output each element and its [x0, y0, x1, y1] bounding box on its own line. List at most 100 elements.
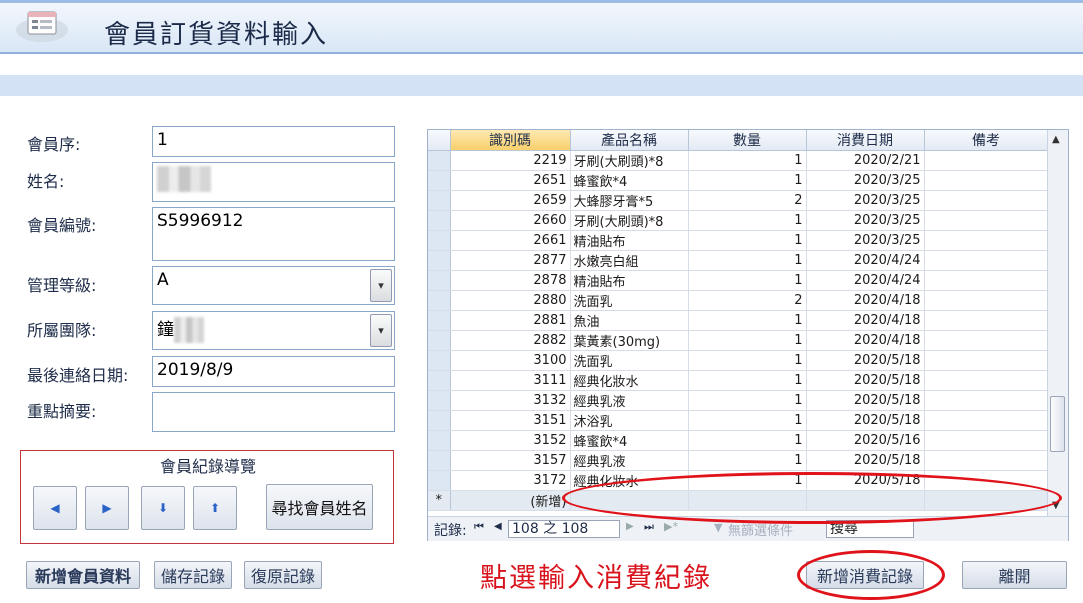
cell-note[interactable] [924, 150, 1049, 171]
cell-id[interactable]: 2880 [450, 290, 571, 311]
cell-date[interactable]: 2020/2/21 [806, 150, 925, 171]
cell-quantity[interactable]: 1 [688, 310, 807, 331]
cell-id[interactable]: 3157 [450, 450, 571, 471]
cell-quantity[interactable]: 2 [688, 290, 807, 311]
cell-note[interactable] [924, 430, 1049, 451]
row-selector[interactable] [428, 210, 451, 231]
select-all-cell[interactable] [428, 130, 451, 151]
cell-id[interactable]: 2877 [450, 250, 571, 271]
row-selector[interactable] [428, 330, 451, 351]
row-selector[interactable] [428, 350, 451, 371]
row-selector[interactable] [428, 430, 451, 451]
table-row[interactable]: 3100 洗面乳 1 2020/5/18 [428, 350, 1049, 371]
cell-product[interactable]: 蜂蜜飲*4 [570, 170, 689, 191]
cell-product[interactable]: 經典乳液 [570, 390, 689, 411]
table-row[interactable]: 3151 沐浴乳 1 2020/5/18 [428, 410, 1049, 431]
cell-note[interactable] [924, 290, 1049, 311]
cell-note[interactable] [924, 270, 1049, 291]
column-header-quantity[interactable]: 數量 [688, 130, 807, 151]
cell-product[interactable]: 經典乳液 [570, 450, 689, 471]
table-row[interactable]: 2219 牙刷(大刷頭)*8 1 2020/2/21 [428, 150, 1049, 171]
cell-id[interactable]: 3152 [450, 430, 571, 451]
cell-product[interactable]: 牙刷(大刷頭)*8 [570, 210, 689, 231]
cell-quantity[interactable]: 1 [688, 330, 807, 351]
table-row[interactable]: 3132 經典乳液 1 2020/5/18 [428, 390, 1049, 411]
cell-quantity[interactable]: 1 [688, 230, 807, 251]
cell-product[interactable]: 洗面乳 [570, 350, 689, 371]
cell-id[interactable]: 2659 [450, 190, 571, 211]
row-selector[interactable] [428, 310, 451, 331]
new-row-id-cell[interactable]: (新增) [450, 490, 571, 511]
cell-quantity[interactable]: 1 [688, 150, 807, 171]
cell-date[interactable]: 2020/4/18 [806, 290, 925, 311]
cell-quantity[interactable]: 1 [688, 350, 807, 371]
scroll-up-icon[interactable]: ▲ [1052, 134, 1060, 145]
cell-date[interactable]: 2020/4/18 [806, 330, 925, 351]
cell-id[interactable]: 2878 [450, 270, 571, 291]
cell-product[interactable]: 大蜂膠牙膏*5 [570, 190, 689, 211]
row-selector[interactable] [428, 230, 451, 251]
move-up-button[interactable]: ⬆ [193, 486, 237, 530]
table-row[interactable]: 3111 經典化妝水 1 2020/5/18 [428, 370, 1049, 391]
cell-quantity[interactable]: 1 [688, 370, 807, 391]
row-selector[interactable] [428, 290, 451, 311]
first-record-icon[interactable]: ⏮ [474, 520, 484, 534]
row-selector[interactable] [428, 170, 451, 191]
cell-note[interactable] [924, 350, 1049, 371]
cell-note[interactable] [924, 330, 1049, 351]
cell-note[interactable] [924, 370, 1049, 391]
cell-product[interactable]: 魚油 [570, 310, 689, 331]
row-selector[interactable] [428, 470, 451, 491]
cell-id[interactable]: 2660 [450, 210, 571, 231]
row-selector[interactable] [428, 270, 451, 291]
table-row[interactable]: 2661 精油貼布 1 2020/3/25 [428, 230, 1049, 251]
row-selector[interactable] [428, 450, 451, 471]
cell-id[interactable]: 2219 [450, 150, 571, 171]
cell-product[interactable]: 沐浴乳 [570, 410, 689, 431]
cell-note[interactable] [924, 190, 1049, 211]
team-combo[interactable]: 鐘 ▾ [152, 311, 395, 350]
level-dropdown-button[interactable]: ▾ [370, 269, 392, 302]
team-dropdown-button[interactable]: ▾ [370, 314, 392, 347]
row-selector[interactable] [428, 250, 451, 271]
cell-quantity[interactable]: 1 [688, 430, 807, 451]
column-header-product[interactable]: 產品名稱 [570, 130, 689, 151]
cell-id[interactable]: 2651 [450, 170, 571, 191]
table-row[interactable]: 2877 水嫩亮白組 1 2020/4/24 [428, 250, 1049, 271]
cell-note[interactable] [924, 410, 1049, 431]
cell-quantity[interactable]: 1 [688, 410, 807, 431]
save-record-button[interactable]: 儲存記錄 [154, 561, 232, 589]
row-selector[interactable] [428, 410, 451, 431]
table-row[interactable]: 2660 牙刷(大刷頭)*8 1 2020/3/25 [428, 210, 1049, 231]
level-combo[interactable]: A ▾ [152, 266, 395, 305]
summary-field[interactable] [152, 392, 395, 432]
row-selector[interactable] [428, 190, 451, 211]
cell-id[interactable]: 2661 [450, 230, 571, 251]
next-record-icon[interactable]: ▶ [626, 521, 634, 532]
table-row[interactable]: 2659 大蜂膠牙膏*5 2 2020/3/25 [428, 190, 1049, 211]
cell-date[interactable]: 2020/5/18 [806, 450, 925, 471]
cell-date[interactable]: 2020/3/25 [806, 230, 925, 251]
cell-product[interactable]: 經典化妝水 [570, 370, 689, 391]
cell-date[interactable]: 2020/3/25 [806, 210, 925, 231]
row-selector[interactable] [428, 370, 451, 391]
scroll-thumb[interactable] [1050, 396, 1065, 452]
cell-quantity[interactable]: 1 [688, 210, 807, 231]
new-row-marker[interactable]: * [428, 490, 451, 511]
cell-note[interactable] [924, 230, 1049, 251]
record-position-field[interactable]: 108 之 108 [508, 520, 620, 538]
vertical-scrollbar[interactable]: ▲ ▼ [1047, 130, 1068, 516]
table-row[interactable]: 2878 精油貼布 1 2020/4/24 [428, 270, 1049, 291]
cell-date[interactable]: 2020/3/25 [806, 190, 925, 211]
cell-note[interactable] [924, 170, 1049, 191]
name-field[interactable] [152, 162, 395, 202]
table-row[interactable]: 2880 洗面乳 2 2020/4/18 [428, 290, 1049, 311]
previous-record-button[interactable]: ◀ [33, 486, 77, 530]
cell-date[interactable]: 2020/4/24 [806, 250, 925, 271]
column-header-id[interactable]: 識別碼 [450, 130, 571, 151]
cell-quantity[interactable]: 2 [688, 190, 807, 211]
add-member-button[interactable]: 新增會員資料 [26, 561, 140, 589]
cell-product[interactable]: 水嫩亮白組 [570, 250, 689, 271]
cell-quantity[interactable]: 1 [688, 270, 807, 291]
cell-note[interactable] [924, 210, 1049, 231]
